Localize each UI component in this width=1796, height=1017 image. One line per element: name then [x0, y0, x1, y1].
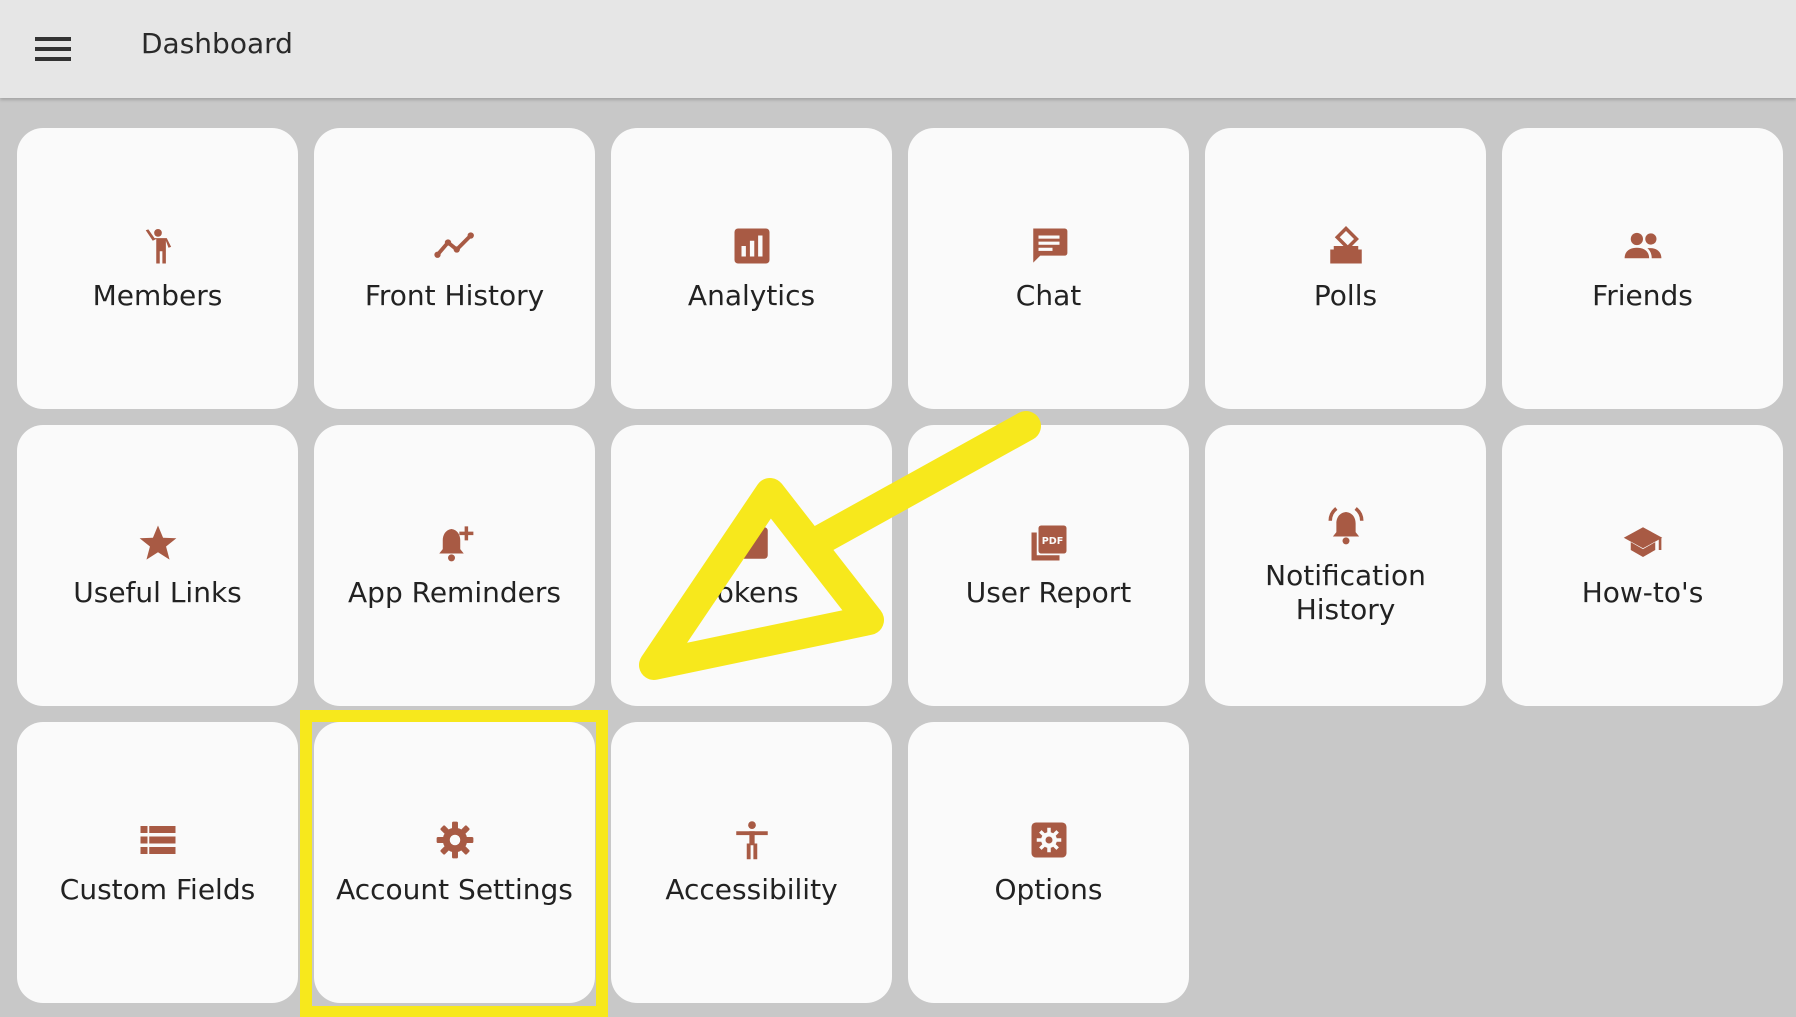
star-icon — [137, 522, 179, 564]
tile-app-reminders[interactable]: App Reminders — [314, 425, 595, 706]
chat-bubble-icon — [1028, 225, 1070, 267]
tile-label: Account Settings — [336, 872, 573, 906]
tile-label: Notification History — [1265, 558, 1426, 626]
app-bar: Dashboard — [0, 0, 1796, 98]
tile-label: Front History — [364, 278, 545, 312]
tile-label: Useful Links — [73, 575, 242, 609]
tile-label: How-to's — [1581, 575, 1704, 609]
gear-icon — [434, 819, 476, 861]
bell-ringing-icon — [1325, 505, 1367, 547]
tile-members[interactable]: Members — [17, 128, 298, 409]
token-icon — [731, 522, 773, 564]
tile-front-history[interactable]: Front History — [314, 128, 595, 409]
page-title: Dashboard — [141, 27, 293, 60]
tile-label: User Report — [965, 575, 1132, 609]
settings-box-icon — [1028, 819, 1070, 861]
tile-label: Members — [92, 278, 223, 312]
tile-how-tos[interactable]: How-to's — [1502, 425, 1783, 706]
tile-label: Chat — [1015, 278, 1082, 312]
accessibility-icon — [731, 819, 773, 861]
tile-label: Analytics — [687, 278, 816, 312]
tile-label: Options — [994, 872, 1103, 906]
tile-tokens[interactable]: Tokens — [611, 425, 892, 706]
people-icon — [1622, 225, 1664, 267]
hamburger-menu-icon[interactable] — [24, 20, 82, 78]
tile-chat[interactable]: Chat — [908, 128, 1189, 409]
tile-polls[interactable]: Polls — [1205, 128, 1486, 409]
person-waving-icon — [137, 225, 179, 267]
tile-label: App Reminders — [348, 575, 561, 609]
tile-options[interactable]: Options — [908, 722, 1189, 1003]
ballot-box-icon — [1325, 225, 1367, 267]
trend-line-icon — [433, 225, 476, 267]
tile-user-report[interactable]: PDF User Report — [908, 425, 1189, 706]
list-icon — [137, 819, 179, 861]
dashboard-grid: Members Front History Analytics Chat Pol… — [17, 128, 1783, 1003]
tile-notification-history[interactable]: Notification History — [1205, 425, 1486, 706]
svg-text:PDF: PDF — [1041, 535, 1063, 546]
tile-useful-links[interactable]: Useful Links — [17, 425, 298, 706]
graduation-cap-icon — [1622, 522, 1664, 564]
tile-custom-fields[interactable]: Custom Fields — [17, 722, 298, 1003]
bar-chart-icon — [731, 225, 773, 267]
tile-label: Friends — [1592, 278, 1693, 312]
bell-plus-icon — [434, 522, 476, 564]
pdf-icon: PDF — [1028, 522, 1070, 564]
tile-account-settings[interactable]: Account Settings — [314, 722, 595, 1003]
tile-analytics[interactable]: Analytics — [611, 128, 892, 409]
tile-label: Tokens — [704, 575, 799, 609]
tile-label: Custom Fields — [59, 872, 256, 906]
tile-accessibility[interactable]: Accessibility — [611, 722, 892, 1003]
tile-label: Accessibility — [665, 872, 838, 906]
tile-friends[interactable]: Friends — [1502, 128, 1783, 409]
tile-label: Polls — [1313, 278, 1378, 312]
